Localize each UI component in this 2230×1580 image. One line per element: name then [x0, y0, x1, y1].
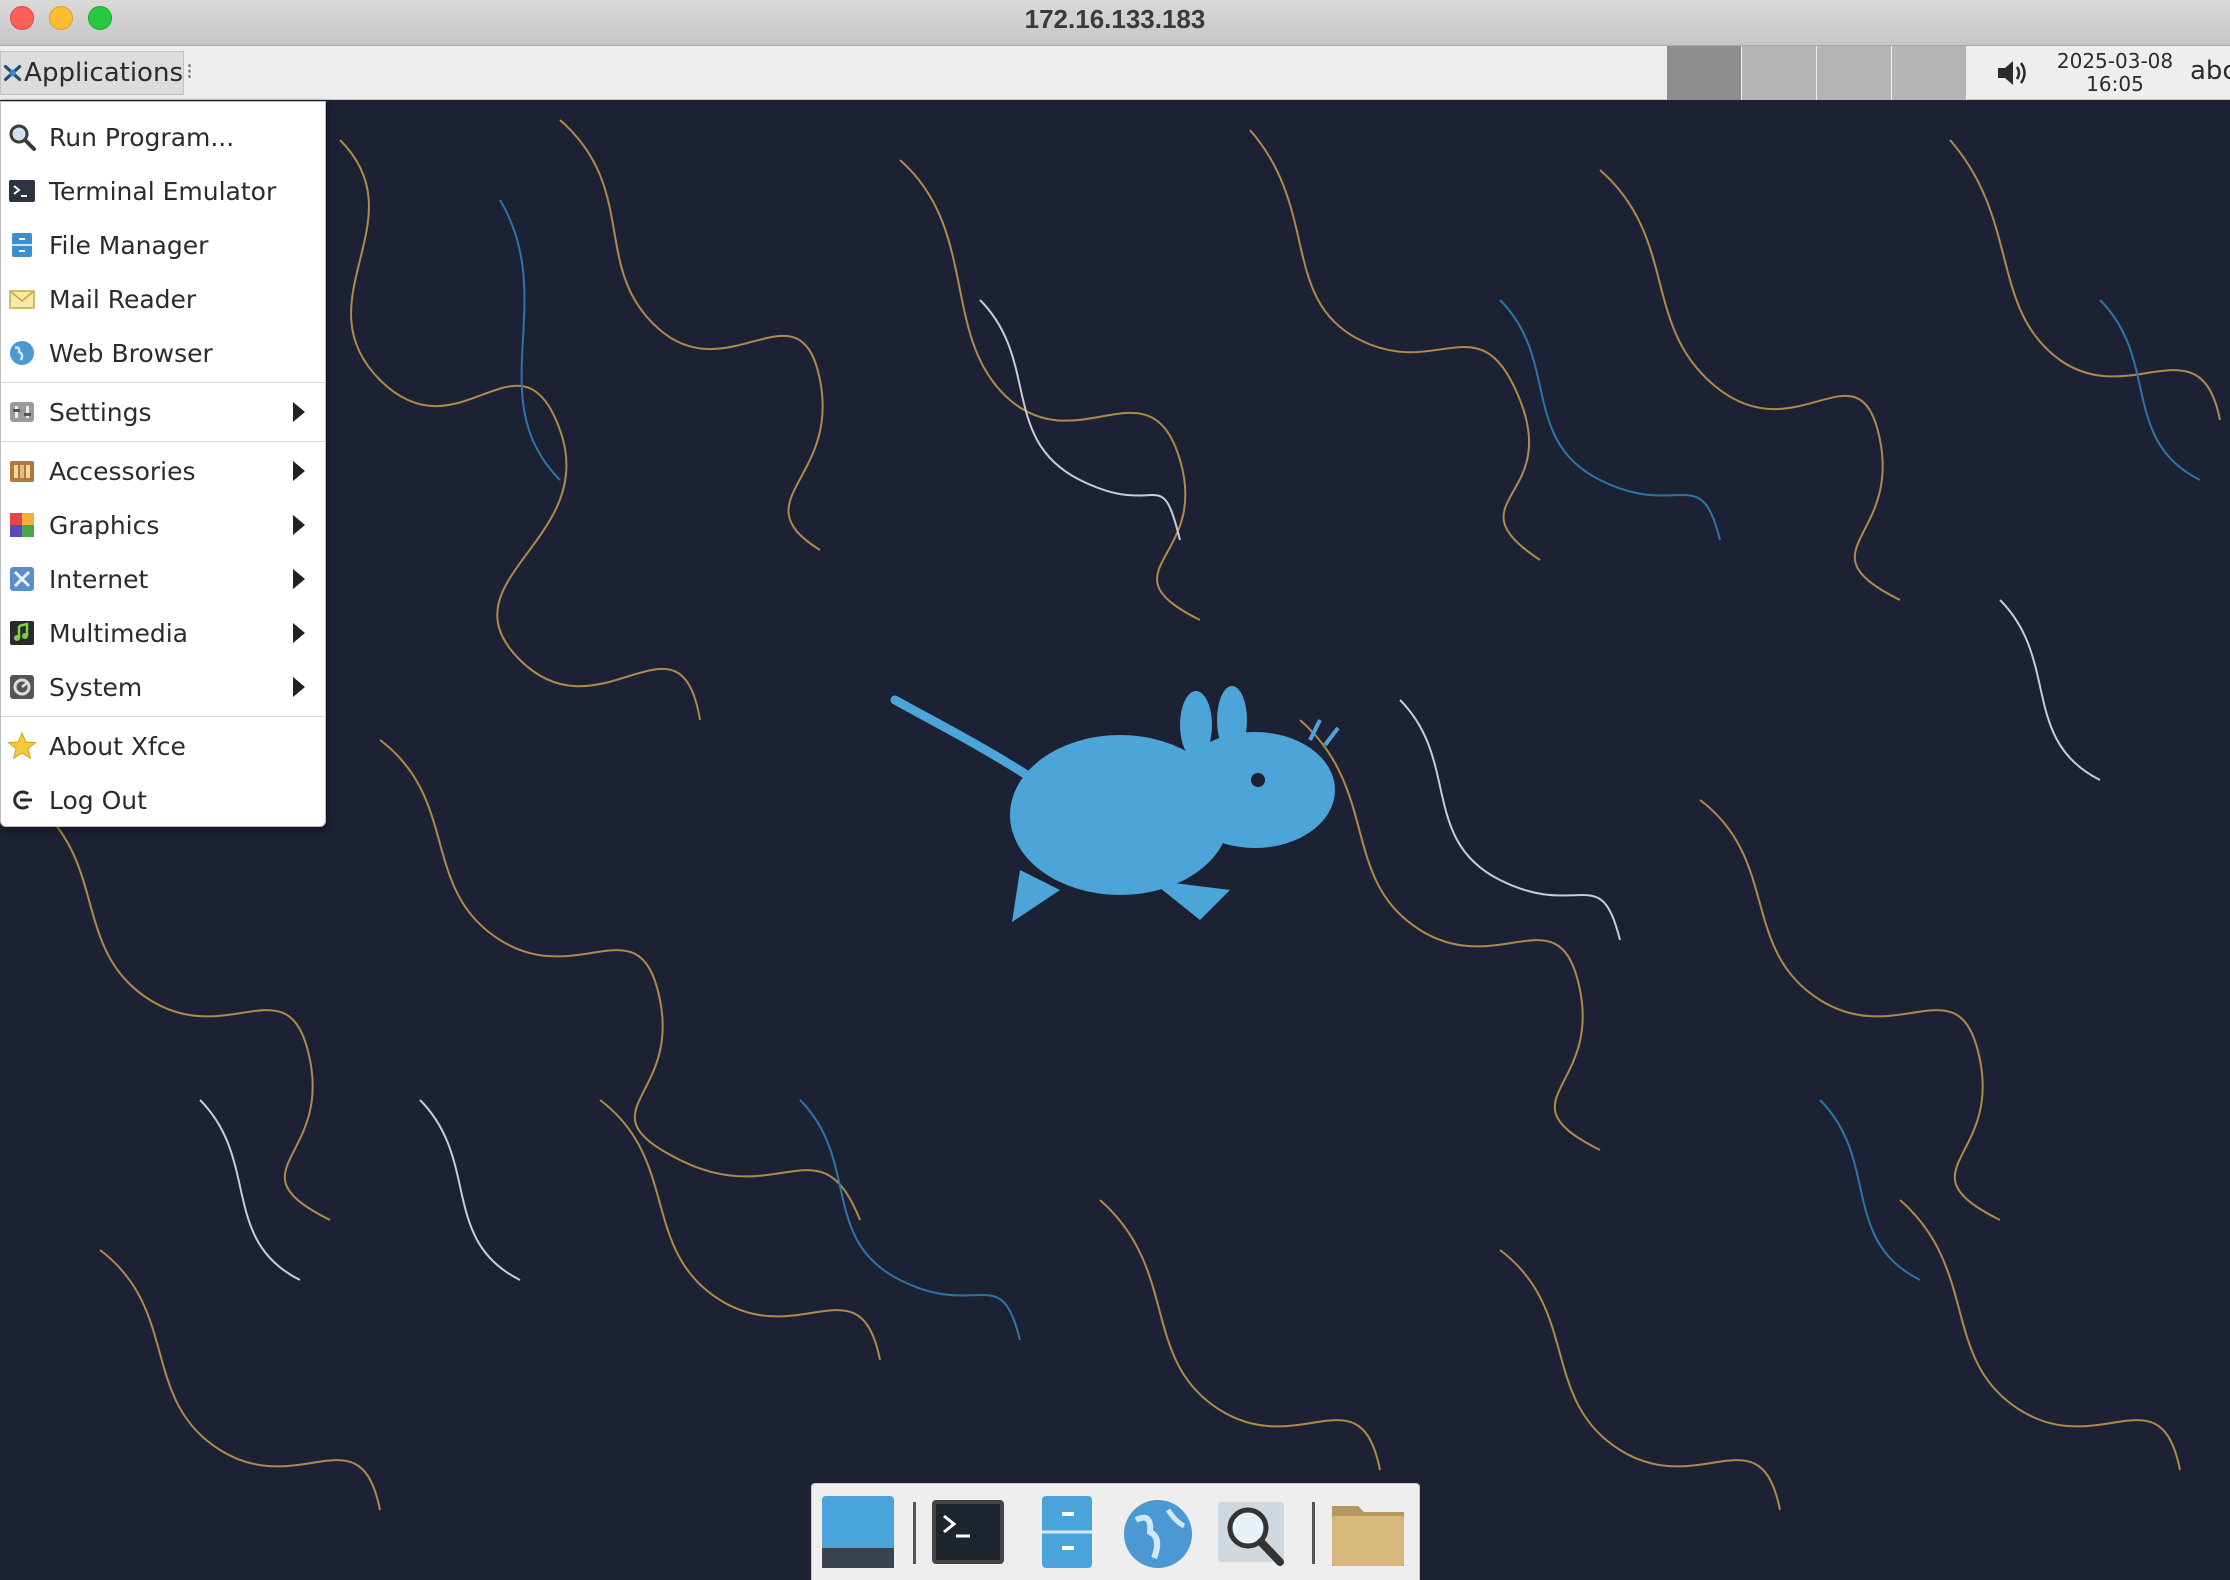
- menu-item-graphics[interactable]: Graphics: [1, 498, 325, 552]
- graphics-icon: [10, 513, 34, 537]
- file-cabinet-icon: [1042, 1496, 1092, 1568]
- menu-item-label: Log Out: [49, 785, 147, 815]
- menu-item-label: Graphics: [49, 510, 160, 540]
- submenu-arrow-icon: [293, 461, 305, 481]
- logout-icon: [13, 790, 32, 810]
- folder-icon: [1332, 1506, 1404, 1566]
- menu-item-label: Accessories: [49, 456, 196, 486]
- internet-icon: [10, 567, 34, 591]
- workspace-4[interactable]: [1892, 46, 1967, 100]
- menu-separator: [1, 716, 325, 717]
- menu-item-label: Web Browser: [49, 338, 213, 368]
- menu-separator: [1, 441, 325, 442]
- menu-item-label: Multimedia: [49, 618, 188, 648]
- submenu-arrow-icon: [293, 569, 305, 589]
- window-title: 172.16.133.183: [1024, 4, 1206, 34]
- desktop-background[interactable]: [0, 100, 2230, 1580]
- menu-item-web-browser[interactable]: Web Browser: [1, 326, 325, 380]
- workspace-1[interactable]: [1667, 46, 1742, 100]
- dock-home-folder[interactable]: [1328, 1492, 1408, 1572]
- menu-item-label: About Xfce: [49, 731, 186, 761]
- menu-item-label: Terminal Emulator: [49, 176, 277, 206]
- star-icon: [7, 731, 37, 760]
- dock-web-browser[interactable]: [1118, 1492, 1198, 1572]
- desktop-icon: [822, 1496, 894, 1568]
- terminal-icon: [932, 1500, 1004, 1564]
- applications-menu-button[interactable]: Applications: [0, 51, 184, 95]
- menu-item-terminal-emulator[interactable]: Terminal Emulator: [1, 164, 325, 218]
- panel-clock[interactable]: 2025-03-08 16:05: [2050, 50, 2180, 96]
- menu-item-settings[interactable]: Settings: [1, 385, 325, 439]
- menu-item-mail-reader[interactable]: Mail Reader: [1, 272, 325, 326]
- search-icon: [9, 124, 36, 151]
- window-titlebar: 172.16.133.183: [0, 0, 2230, 46]
- submenu-arrow-icon: [293, 623, 305, 643]
- panel-grip-handle[interactable]: ⁝: [186, 60, 193, 85]
- clock-time: 16:05: [2086, 72, 2144, 96]
- menu-item-run-program[interactable]: Run Program...: [1, 110, 325, 164]
- menu-item-label: Internet: [49, 564, 149, 594]
- menu-item-accessories[interactable]: Accessories: [1, 444, 325, 498]
- menu-item-label: System: [49, 672, 143, 702]
- dock-show-desktop[interactable]: [818, 1492, 898, 1572]
- menu-item-about-xfce[interactable]: About Xfce: [1, 719, 325, 773]
- user-name-label[interactable]: abc: [2190, 56, 2230, 86]
- menu-item-internet[interactable]: Internet: [1, 552, 325, 606]
- applications-label: Applications: [24, 58, 183, 88]
- menu-item-label: Run Program...: [49, 122, 235, 152]
- globe-icon: [10, 341, 34, 365]
- file-cabinet-icon: [12, 233, 32, 257]
- dock-separator: [913, 1502, 916, 1564]
- dock-separator: [1312, 1502, 1315, 1564]
- clock-date: 2025-03-08: [2056, 49, 2174, 73]
- workspace-switcher: [1667, 46, 1967, 100]
- submenu-arrow-icon: [293, 677, 305, 697]
- menu-item-system[interactable]: System: [1, 660, 325, 714]
- workspace-3[interactable]: [1817, 46, 1892, 100]
- menu-item-label: Mail Reader: [49, 284, 197, 314]
- wallpaper-contour-pattern: [0, 100, 2230, 1580]
- submenu-arrow-icon: [293, 402, 305, 422]
- search-icon: [1218, 1502, 1284, 1566]
- top-panel: Applications ⁝ 2025-03-08 16:05 abc: [0, 46, 2230, 100]
- xfce-logo-icon: [3, 65, 22, 81]
- globe-icon: [1124, 1500, 1192, 1568]
- terminal-icon: [9, 180, 35, 202]
- system-icon: [10, 675, 34, 699]
- menu-item-label: Settings: [49, 397, 152, 427]
- menu-item-label: File Manager: [49, 230, 209, 260]
- envelope-icon: [9, 290, 35, 309]
- multimedia-icon: [10, 621, 34, 645]
- settings-icon: [10, 402, 34, 422]
- accessories-icon: [10, 461, 34, 482]
- speaker-volume-icon[interactable]: [1995, 56, 2031, 90]
- applications-menu: Run Program... Terminal Emulator File Ma…: [0, 101, 326, 827]
- menu-separator: [1, 382, 325, 383]
- dock-file-manager[interactable]: [1028, 1492, 1108, 1572]
- menu-item-multimedia[interactable]: Multimedia: [1, 606, 325, 660]
- submenu-arrow-icon: [293, 515, 305, 535]
- workspace-2[interactable]: [1742, 46, 1817, 100]
- menu-item-file-manager[interactable]: File Manager: [1, 218, 325, 272]
- dock-app-finder[interactable]: [1214, 1492, 1294, 1572]
- bottom-dock: [811, 1483, 1420, 1580]
- dock-terminal[interactable]: [928, 1492, 1008, 1572]
- menu-item-log-out[interactable]: Log Out: [1, 773, 325, 827]
